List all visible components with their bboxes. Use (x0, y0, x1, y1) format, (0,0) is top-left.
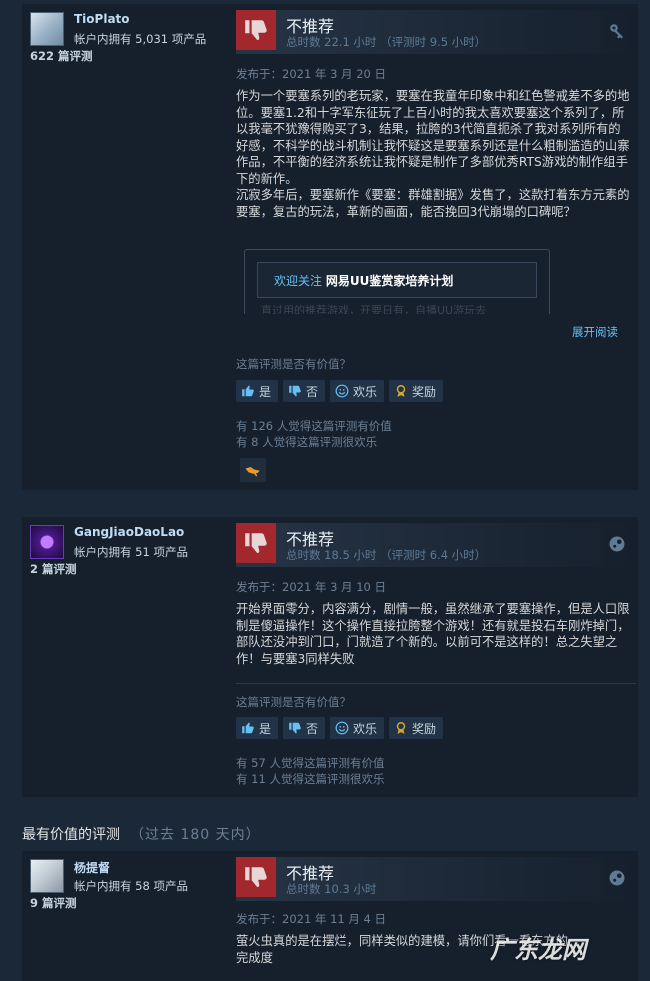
playtime: 总时数 22.1 小时 （评测时 9.5 小时） (286, 35, 487, 49)
vote-header[interactable]: 不推荐 总时数 18.5 小时 （评测时 6.4 小时） (236, 523, 632, 567)
embed-faded-text: 直过用的推荐游戏，开要日有，自播UU游玩去 (261, 304, 487, 314)
thumbs-down-icon (236, 523, 276, 563)
helpful-count: 有 126 人觉得这篇评测有价值 (236, 419, 392, 433)
avatar[interactable] (30, 525, 64, 559)
review-content: 作为一个要塞系列的老玩家，要塞在我童年印象中和红色警戒差不多的地位。要塞1.2和… (236, 88, 632, 220)
vote-yes-label: 是 (259, 721, 272, 736)
vote-header[interactable]: 不推荐 总时数 22.1 小时 （评测时 9.5 小时） (236, 10, 632, 54)
steam-icon (608, 869, 626, 887)
section-title: 最有价值的评测 （过去 180 天内） (22, 824, 261, 844)
steam-icon (608, 535, 626, 553)
vote-buttons: 是 否 欢乐 奖励 (236, 717, 444, 739)
vote-header[interactable]: 不推荐 总时数 10.3 小时 (236, 857, 632, 901)
thumbs-up-icon (242, 385, 254, 397)
vote-yes-button[interactable]: 是 (236, 717, 279, 739)
embed-header: 欢迎关注 网易UU鉴赏家培养计划 (257, 262, 537, 298)
vote-yes-button[interactable]: 是 (236, 380, 279, 402)
embed-title-prefix: 欢迎关注 (274, 274, 323, 288)
vote-yes-label: 是 (259, 384, 272, 399)
review-paragraph: 沉寂多年后，要塞新作《要塞：群雄割据》发售了，这款打着东方元素的要塞，复古的玩法… (236, 188, 630, 219)
embed-title-text: 网易UU鉴赏家培养计划 (325, 274, 454, 288)
author-owned-products[interactable]: 帐户内拥有 51 项产品 (74, 544, 188, 560)
vote-funny-button[interactable]: 欢乐 (330, 717, 385, 739)
vote-no-label: 否 (306, 384, 319, 399)
embedded-link-box[interactable]: 欢迎关注 网易UU鉴赏家培养计划 直过用的推荐游戏，开要日有，自播UU游玩去 (244, 249, 550, 314)
author-name[interactable]: 杨提督 (74, 859, 110, 876)
review-card: GangJiaoDaoLao 帐户内拥有 51 项产品 2 篇评测 不推荐 总时… (22, 517, 638, 797)
award-button[interactable]: 奖励 (389, 717, 444, 739)
thumbs-up-icon (242, 722, 254, 734)
vote-funny-button[interactable]: 欢乐 (330, 380, 385, 402)
helpful-question: 这篇评测是否有价值？ (236, 357, 351, 371)
received-award-icon[interactable] (240, 458, 266, 482)
award-button[interactable]: 奖励 (389, 380, 444, 402)
helpful-count: 有 57 人觉得这篇评测有价值 (236, 756, 385, 770)
playtime: 总时数 10.3 小时 (286, 882, 377, 896)
section-subtitle: （过去 180 天内） (130, 827, 261, 843)
divider (236, 683, 636, 684)
posted-date: 发布于：2021 年 3 月 10 日 (236, 580, 386, 594)
thumbs-down-icon (289, 722, 301, 734)
review-card: TioPlato 帐户内拥有 5,031 项产品 622 篇评测 不推荐 总时数… (22, 4, 638, 490)
award-icon (396, 385, 406, 397)
vote-buttons: 是 否 欢乐 奖励 (236, 380, 444, 402)
posted-date: 发布于：2021 年 3 月 20 日 (236, 67, 386, 81)
smiley-icon (335, 721, 349, 735)
avatar[interactable] (30, 859, 64, 893)
posted-date: 发布于：2021 年 11 月 4 日 (236, 912, 386, 926)
author-review-count[interactable]: 2 篇评测 (30, 561, 77, 577)
thumbs-down-icon (236, 10, 276, 50)
award-label: 奖励 (412, 721, 437, 736)
funny-count: 有 8 人觉得这篇评测很欢乐 (236, 435, 378, 449)
embed-title: 欢迎关注 网易UU鉴赏家培养计划 (274, 272, 453, 289)
smiley-icon (335, 384, 349, 398)
author-name[interactable]: GangJiaoDaoLao (74, 525, 184, 539)
author-owned-products[interactable]: 帐户内拥有 58 项产品 (74, 878, 188, 894)
review-paragraph: 开始界面零分，内容满分，剧情一般，虽然继承了要塞操作，但是人口限制是傻逼操作！这… (236, 602, 630, 666)
helpful-question: 这篇评测是否有价值？ (236, 695, 351, 709)
funny-count: 有 11 人觉得这篇评测很欢乐 (236, 772, 385, 786)
product-key-icon (608, 22, 626, 40)
thumbs-down-icon (236, 857, 276, 897)
watermark: 广东龙网 (490, 936, 586, 964)
award-icon (396, 722, 406, 734)
playtime: 总时数 18.5 小时 （评测时 6.4 小时） (286, 548, 487, 562)
review-content: 开始界面零分，内容满分，剧情一般，虽然继承了要塞操作，但是人口限制是傻逼操作！这… (236, 601, 632, 667)
author-owned-products[interactable]: 帐户内拥有 5,031 项产品 (74, 31, 206, 47)
vote-funny-label: 欢乐 (353, 721, 378, 736)
author-review-count[interactable]: 622 篇评测 (30, 48, 93, 64)
thumbs-down-icon (289, 385, 301, 397)
vote-no-button[interactable]: 否 (283, 717, 326, 739)
award-label: 奖励 (412, 384, 437, 399)
vote-no-label: 否 (306, 721, 319, 736)
vote-no-button[interactable]: 否 (283, 380, 326, 402)
section-title-text: 最有价值的评测 (22, 827, 120, 843)
review-paragraph: 作为一个要塞系列的老玩家，要塞在我童年印象中和红色警戒差不多的地位。要塞1.2和… (236, 89, 630, 186)
expand-review-link[interactable]: 展开阅读 (572, 324, 618, 340)
avatar[interactable] (30, 12, 64, 46)
vote-funny-label: 欢乐 (353, 384, 378, 399)
author-name[interactable]: TioPlato (74, 12, 130, 26)
author-review-count[interactable]: 9 篇评测 (30, 895, 77, 911)
